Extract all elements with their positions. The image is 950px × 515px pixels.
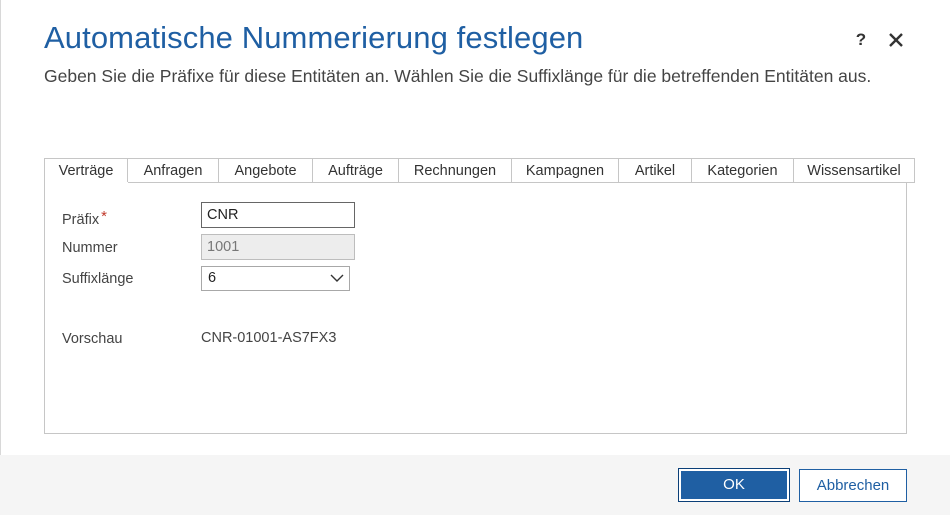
dialog-title: Automatische Nummerierung festlegen xyxy=(44,20,584,55)
suffix-length-value: 6 xyxy=(208,270,217,286)
entity-tabs: Verträge Anfragen Angebote Aufträge Rech… xyxy=(44,158,915,183)
cancel-button[interactable]: Abbrechen xyxy=(799,469,907,502)
help-icon[interactable]: ? xyxy=(852,30,870,50)
tab-panel xyxy=(44,182,907,434)
tab-wissensartikel[interactable]: Wissensartikel xyxy=(794,158,915,183)
chevron-down-icon xyxy=(330,274,344,282)
tab-auftraege[interactable]: Aufträge xyxy=(313,158,399,183)
tab-vertraege[interactable]: Verträge xyxy=(44,158,128,183)
close-x-glyph xyxy=(889,33,903,47)
number-field: 1001 xyxy=(201,234,355,260)
close-icon[interactable] xyxy=(886,30,906,50)
prefix-label: Präfix * xyxy=(62,208,107,228)
tab-angebote[interactable]: Angebote xyxy=(219,158,313,183)
suffix-length-select[interactable]: 6 xyxy=(201,266,350,291)
tab-kategorien[interactable]: Kategorien xyxy=(692,158,794,183)
preview-label: Vorschau xyxy=(62,331,123,347)
active-tab-connector xyxy=(45,182,128,184)
prefix-label-text: Präfix xyxy=(62,212,100,228)
suffix-length-label: Suffixlänge xyxy=(62,271,134,287)
preview-value: CNR-01001-AS7FX3 xyxy=(201,330,337,346)
prefix-input[interactable]: CNR xyxy=(201,202,355,228)
required-marker: * xyxy=(101,208,107,225)
tab-artikel[interactable]: Artikel xyxy=(619,158,692,183)
ok-button[interactable]: OK xyxy=(678,468,790,502)
tab-anfragen[interactable]: Anfragen xyxy=(128,158,219,183)
number-label: Nummer xyxy=(62,240,118,256)
dialog-border xyxy=(0,0,1,515)
auto-numbering-dialog: Automatische Nummerierung festlegen ? Ge… xyxy=(0,0,950,515)
tab-kampagnen[interactable]: Kampagnen xyxy=(512,158,619,183)
dialog-subtitle: Geben Sie die Präfixe für diese Entitäte… xyxy=(44,66,872,86)
tab-rechnungen[interactable]: Rechnungen xyxy=(399,158,512,183)
